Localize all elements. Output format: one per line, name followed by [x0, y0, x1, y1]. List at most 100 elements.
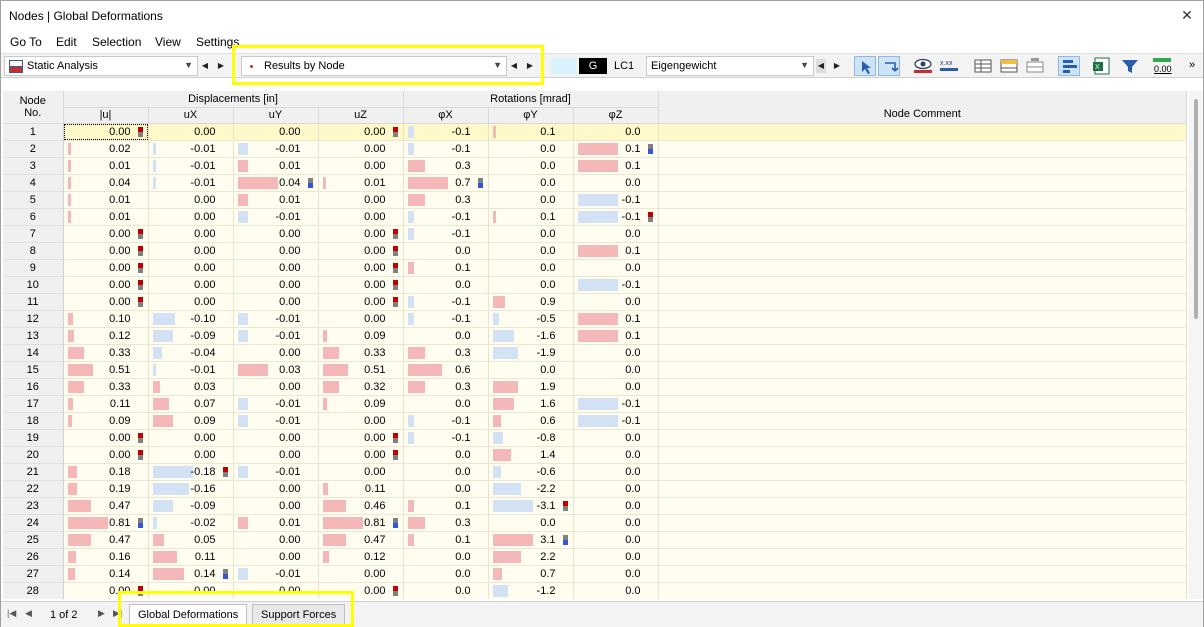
- node-no-cell[interactable]: 5: [3, 191, 63, 208]
- cell-phiy[interactable]: -1.2: [488, 582, 573, 599]
- node-comment-cell[interactable]: [658, 412, 1187, 429]
- table-row[interactable]: 120.10-0.10-0.010.00-0.1-0.50.1: [3, 310, 1187, 327]
- cell-phiy[interactable]: -1.9: [488, 344, 573, 361]
- cell-phiy[interactable]: 0.0: [488, 242, 573, 259]
- table-row[interactable]: 20.02-0.01-0.010.00-0.10.00.1: [3, 140, 1187, 157]
- table-filter-rows-button[interactable]: [1024, 56, 1046, 76]
- table-row[interactable]: 70.000.000.000.00-0.10.00.0: [3, 225, 1187, 242]
- cell-u-abs[interactable]: 0.00: [63, 259, 148, 276]
- node-comment-cell[interactable]: [658, 344, 1187, 361]
- cell-u-abs[interactable]: 0.02: [63, 140, 148, 157]
- cell-uz[interactable]: 0.09: [318, 395, 403, 412]
- cell-ux[interactable]: 0.00: [148, 208, 233, 225]
- cell-phiy[interactable]: 0.0: [488, 225, 573, 242]
- cell-phiy[interactable]: 0.0: [488, 191, 573, 208]
- cell-phix[interactable]: 0.0: [403, 463, 488, 480]
- cell-phiz[interactable]: 0.0: [573, 378, 658, 395]
- cell-ux[interactable]: 0.11: [148, 548, 233, 565]
- cell-ux[interactable]: -0.16: [148, 480, 233, 497]
- node-comment-cell[interactable]: [658, 565, 1187, 582]
- cell-phix[interactable]: 0.0: [403, 582, 488, 599]
- node-no-cell[interactable]: 20: [3, 446, 63, 463]
- header-ux[interactable]: uX: [148, 107, 233, 123]
- cell-u-abs[interactable]: 0.00: [63, 123, 148, 140]
- result-values-button[interactable]: x.xx: [938, 56, 960, 76]
- next-result-type-button[interactable]: ▶: [525, 59, 535, 73]
- node-comment-cell[interactable]: [658, 548, 1187, 565]
- cell-ux[interactable]: -0.01: [148, 361, 233, 378]
- cell-phiy[interactable]: -1.6: [488, 327, 573, 344]
- cell-phiy[interactable]: 1.9: [488, 378, 573, 395]
- node-no-cell[interactable]: 17: [3, 395, 63, 412]
- cell-phiy[interactable]: 0.0: [488, 140, 573, 157]
- cell-ux[interactable]: 0.09: [148, 412, 233, 429]
- cell-phiy[interactable]: 0.9: [488, 293, 573, 310]
- table-row[interactable]: 180.090.09-0.010.00-0.10.6-0.1: [3, 412, 1187, 429]
- node-no-cell[interactable]: 12: [3, 310, 63, 327]
- select-in-graphic-button[interactable]: [854, 56, 876, 76]
- show-result-button[interactable]: [912, 56, 934, 76]
- cell-uz[interactable]: 0.46: [318, 497, 403, 514]
- tab-support-forces[interactable]: Support Forces: [252, 604, 345, 625]
- table-row[interactable]: 170.110.07-0.010.090.01.6-0.1: [3, 395, 1187, 412]
- cell-phiy[interactable]: 0.0: [488, 276, 573, 293]
- cell-phiy[interactable]: 3.1: [488, 531, 573, 548]
- load-case-dropdown[interactable]: Eigengewicht ▼: [646, 56, 814, 76]
- cell-uz[interactable]: 0.00: [318, 463, 403, 480]
- node-no-cell[interactable]: 22: [3, 480, 63, 497]
- header-node-no[interactable]: Node No.: [3, 91, 63, 123]
- table-row[interactable]: 90.000.000.000.000.10.00.0: [3, 259, 1187, 276]
- node-comment-cell[interactable]: [658, 378, 1187, 395]
- cell-u-abs[interactable]: 0.81: [63, 514, 148, 531]
- cell-phiz[interactable]: 0.1: [573, 310, 658, 327]
- cell-u-abs[interactable]: 0.00: [63, 276, 148, 293]
- cell-uz[interactable]: 0.81: [318, 514, 403, 531]
- table-row[interactable]: 160.330.030.000.320.31.90.0: [3, 378, 1187, 395]
- close-icon[interactable]: ✕: [1179, 6, 1195, 24]
- cell-ux[interactable]: 0.05: [148, 531, 233, 548]
- cell-uy[interactable]: 0.00: [233, 242, 318, 259]
- prev-result-type-button[interactable]: ◀: [509, 59, 519, 73]
- node-comment-cell[interactable]: [658, 293, 1187, 310]
- node-no-cell[interactable]: 13: [3, 327, 63, 344]
- cell-phiz[interactable]: 0.0: [573, 344, 658, 361]
- cell-phix[interactable]: 0.1: [403, 259, 488, 276]
- node-no-cell[interactable]: 18: [3, 412, 63, 429]
- cell-u-abs[interactable]: 0.01: [63, 157, 148, 174]
- table-highlight-button[interactable]: [998, 56, 1020, 76]
- cell-uz[interactable]: 0.12: [318, 548, 403, 565]
- cell-uy[interactable]: 0.04: [233, 174, 318, 191]
- cell-phiz[interactable]: 0.1: [573, 242, 658, 259]
- node-no-cell[interactable]: 1: [3, 123, 63, 140]
- cell-uz[interactable]: 0.51: [318, 361, 403, 378]
- cell-ux[interactable]: -0.09: [148, 497, 233, 514]
- node-comment-cell[interactable]: [658, 497, 1187, 514]
- node-no-cell[interactable]: 7: [3, 225, 63, 242]
- table-row[interactable]: 30.01-0.010.010.000.30.00.1: [3, 157, 1187, 174]
- cell-phiy[interactable]: -0.5: [488, 310, 573, 327]
- cell-uy[interactable]: 0.00: [233, 531, 318, 548]
- cell-uy[interactable]: 0.01: [233, 157, 318, 174]
- cell-ux[interactable]: -0.01: [148, 174, 233, 191]
- cell-ux[interactable]: 0.00: [148, 276, 233, 293]
- node-comment-cell[interactable]: [658, 446, 1187, 463]
- cell-u-abs[interactable]: 0.18: [63, 463, 148, 480]
- cell-phix[interactable]: -0.1: [403, 225, 488, 242]
- cell-uy[interactable]: 0.00: [233, 225, 318, 242]
- cell-uy[interactable]: 0.01: [233, 191, 318, 208]
- table-row[interactable]: 10.000.000.000.00-0.10.10.0: [3, 123, 1187, 140]
- cell-uy[interactable]: 0.03: [233, 361, 318, 378]
- node-comment-cell[interactable]: [658, 463, 1187, 480]
- cell-phix[interactable]: 0.0: [403, 565, 488, 582]
- node-comment-cell[interactable]: [658, 582, 1187, 599]
- cell-phiz[interactable]: 0.1: [573, 157, 658, 174]
- table-row[interactable]: 200.000.000.000.000.01.40.0: [3, 446, 1187, 463]
- cell-phiy[interactable]: 1.6: [488, 395, 573, 412]
- header-phiy[interactable]: φY: [488, 107, 573, 123]
- cell-uy[interactable]: 0.00: [233, 497, 318, 514]
- node-no-cell[interactable]: 28: [3, 582, 63, 599]
- cell-phix[interactable]: -0.1: [403, 293, 488, 310]
- cell-phix[interactable]: 0.0: [403, 276, 488, 293]
- cell-uz[interactable]: 0.00: [318, 310, 403, 327]
- cell-u-abs[interactable]: 0.00: [63, 242, 148, 259]
